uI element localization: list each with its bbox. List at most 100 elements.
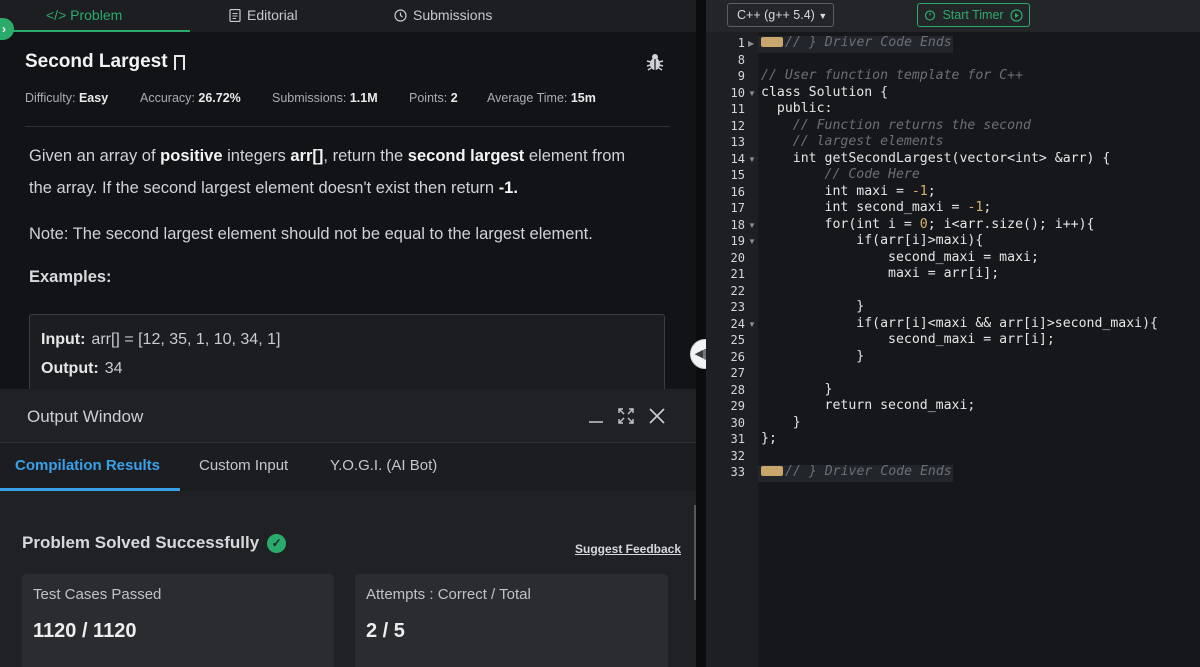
expand-icon[interactable] [618,408,634,424]
output-window: Output Window Compilation Results Custom… [0,389,696,667]
code-line: // Code Here [761,167,920,182]
tab-custom-input[interactable]: Custom Input [199,457,288,474]
line-number: 31 [730,432,745,446]
problem-title: Second Largest [25,51,185,74]
play-icon [1009,8,1023,22]
fold-toggle-icon[interactable]: ▼ [748,320,756,329]
start-timer-label: Start Timer [942,8,1004,22]
code-line: int second_maxi = -1; [761,200,992,215]
start-timer-button[interactable]: Start Timer [917,3,1030,27]
code-line: second_maxi = arr[i]; [761,332,1055,347]
line-number: 12 [730,118,745,133]
code-line: } [761,348,865,364]
line-number: 22 [730,283,745,298]
line-number: 33 [730,465,745,479]
line-number: 32 [730,448,745,463]
accuracy-label: Accuracy: [140,91,195,105]
problem-pane: </> Problem Editorial Submissions › Seco… [0,0,696,667]
fold-toggle-icon[interactable]: ▼ [748,89,756,98]
line-number: 11 [730,102,745,116]
line-number: 17 [730,201,745,215]
submissions-label: Submissions: [272,91,347,105]
problem-title-text: Second Largest [25,51,168,72]
submissions-meta: Submissions: 1.1M [272,91,378,105]
tab-compilation-results[interactable]: Compilation Results [15,457,160,474]
submissions-value: 1.1M [349,91,378,105]
line-number: 21 [730,267,745,281]
tab-problem[interactable]: </> Problem [46,7,122,23]
line-number: 13 [730,135,745,149]
check-circle-icon: ✓ [267,533,287,553]
tab-yogi-ai-bot[interactable]: Y.O.G.I. (AI Bot) [330,457,437,474]
accuracy-meta: Accuracy: 26.72% [140,91,241,105]
line-number: 27 [730,366,745,380]
language-value: C++ (g++ 5.4) [737,8,815,22]
line-number: 9 [737,69,745,83]
timer-icon [925,10,936,21]
code-line: // largest elements [761,134,944,149]
points-meta: Points: 2 [409,91,458,105]
line-number: 25 [730,333,745,347]
bug-report-icon[interactable] [645,52,665,72]
line-number: 20 [730,250,745,265]
difficulty-value: Easy [78,91,109,105]
bookmark-icon[interactable] [173,54,185,74]
folded-code-placeholder-icon[interactable] [761,37,783,47]
code-line: } [761,299,865,314]
code-line: // Function returns the second [761,117,1031,133]
chevron-down-icon: ▼ [818,11,828,21]
avgtime-label: Average Time: [487,91,568,105]
code-line: if(arr[i]>maxi){ [761,233,984,248]
avgtime-value: 15m [570,91,596,105]
examples-heading: Examples: [29,268,112,286]
code-line: class Solution { [761,84,889,100]
difficulty-label: Difficulty: [25,91,76,105]
line-number: 10 [730,85,745,100]
fold-toggle-icon[interactable]: ▼ [748,155,756,164]
problem-description-line-2: the array. If the second largest element… [29,179,518,197]
code-line: second_maxi = maxi; [761,249,1039,265]
language-select[interactable]: C++ (g++ 5.4) ▼ [727,3,834,27]
close-icon[interactable] [648,407,666,425]
example-input: Input: arr[] = [12, 35, 1, 10, 34, 1] [41,331,281,348]
line-number: 23 [730,300,745,314]
example-box: Input: arr[] = [12, 35, 1, 10, 34, 1] Out… [29,314,665,394]
code-line: return second_maxi; [761,398,976,413]
minimize-icon[interactable] [588,408,604,424]
test-cases-label: Test Cases Passed [33,586,162,603]
output-window-header: Output Window [0,389,696,443]
attempts-label: Attempts : Correct / Total [366,586,531,603]
code-line: if(arr[i]<maxi && arr[i]>second_maxi){ [761,315,1158,331]
points-value: 2 [450,91,458,105]
line-number: 24 [730,316,745,331]
fold-toggle-icon[interactable]: ▼ [748,221,756,230]
line-number: 15 [730,168,745,182]
problem-note: Note: The second largest element should … [29,225,593,243]
line-number: 28 [730,382,745,397]
status-text: Problem Solved Successfully [22,533,260,552]
code-line: for(int i = 0; i<arr.size(); i++){ [761,216,1095,232]
test-cases-card: Test Cases Passed 1120 / 1120 [22,574,334,667]
attempts-value: 2 / 5 [366,620,405,642]
output-tabs: Compilation Results Custom Input Y.O.G.I… [0,443,696,491]
line-number: 16 [730,184,745,199]
points-label: Points: [409,91,448,105]
suggest-feedback-link[interactable]: Suggest Feedback [575,542,681,556]
tab-submissions[interactable]: Submissions [394,7,492,23]
line-number: 8 [737,52,745,67]
fold-toggle-icon[interactable]: ▶ [748,39,754,48]
line-number: 29 [730,399,745,413]
tab-editorial-label: Editorial [247,7,298,23]
problem-description-line-1: Given an array of positive integers arr[… [29,147,626,165]
difficulty-meta: Difficulty: Easy [25,91,108,105]
fold-toggle-icon[interactable]: ▼ [748,237,756,246]
code-line: } [761,414,801,430]
problem-tabs: </> Problem Editorial Submissions [0,0,696,32]
pane-splitter[interactable] [696,0,706,667]
line-number: 26 [730,349,745,364]
code-line: // User function template for C++ [761,68,1024,83]
code-line: public: [761,101,833,116]
code-line: int getSecondLargest(vector<int> &arr) { [761,150,1111,166]
tab-editorial[interactable]: Editorial [229,7,298,23]
folded-code-placeholder-icon[interactable] [761,466,783,476]
